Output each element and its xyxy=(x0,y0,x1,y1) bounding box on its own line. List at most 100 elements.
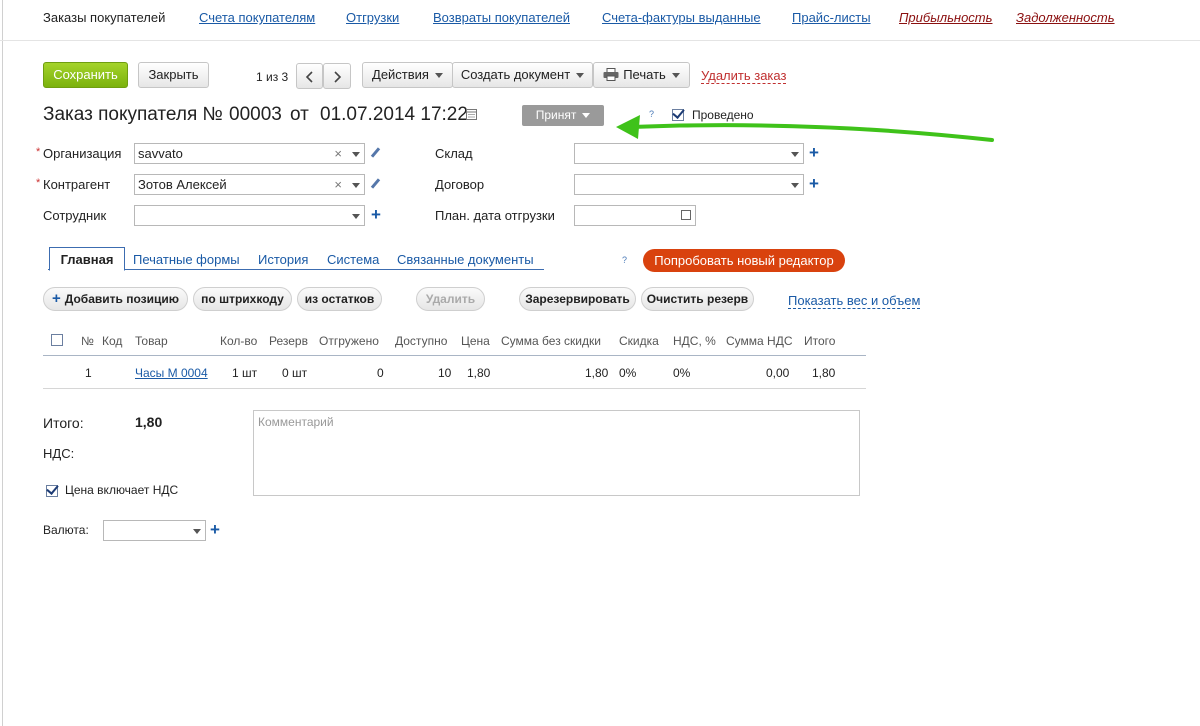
reserve-button[interactable]: Зарезервировать xyxy=(519,287,636,311)
select-all-checkbox[interactable] xyxy=(51,334,63,346)
clear-icon[interactable]: × xyxy=(334,144,342,163)
chevron-left-icon xyxy=(305,70,313,83)
clear-reserve-button[interactable]: Очистить резерв xyxy=(641,287,754,311)
tab-system[interactable]: Система xyxy=(327,252,379,267)
col-sum-no-discount: Сумма без скидки xyxy=(501,334,601,348)
tab-history[interactable]: История xyxy=(258,252,308,267)
employee-field[interactable] xyxy=(134,205,365,226)
tab-related-documents[interactable]: Связанные документы xyxy=(397,252,534,267)
col-available: Доступно xyxy=(395,334,448,348)
next-button[interactable] xyxy=(323,63,351,89)
from-stock-button[interactable]: из остатков xyxy=(297,287,382,311)
chevron-down-icon[interactable] xyxy=(352,183,360,188)
col-num: № xyxy=(81,334,94,348)
order-number: 00003 xyxy=(229,104,282,125)
add-position-label: Добавить позицию xyxy=(64,292,179,306)
warehouse-field[interactable] xyxy=(574,143,804,164)
organization-value: savvato xyxy=(138,146,183,161)
clear-icon[interactable]: × xyxy=(334,175,342,194)
help-icon[interactable]: ? xyxy=(622,255,627,265)
col-reserve: Резерв xyxy=(269,334,308,348)
chevron-down-icon xyxy=(582,113,591,119)
counterparty-field[interactable]: Зотов Алексей × xyxy=(134,174,365,195)
organization-field[interactable]: savvato × xyxy=(134,143,365,164)
table-row[interactable]: 1 Часы М 0004 1 шт 0 шт 0 10 1,80 1,80 0… xyxy=(43,356,866,389)
from-label: от xyxy=(290,104,309,125)
col-shipped: Отгружено xyxy=(319,334,379,348)
actions-dropdown[interactable]: Действия xyxy=(362,62,453,88)
prev-button[interactable] xyxy=(296,63,323,89)
vat-label: НДС: xyxy=(43,446,75,461)
add-currency-icon[interactable]: + xyxy=(210,521,220,538)
organization-label: Организация xyxy=(43,146,122,161)
edit-icon[interactable] xyxy=(370,178,381,189)
currency-field[interactable] xyxy=(103,520,206,541)
col-discount: Скидка xyxy=(619,334,659,348)
col-vat-sum: Сумма НДС xyxy=(726,334,793,348)
chevron-down-icon[interactable] xyxy=(352,152,360,157)
status-dropdown[interactable]: Принят xyxy=(522,105,604,126)
chevron-down-icon[interactable] xyxy=(352,214,360,219)
nav-link-debt[interactable]: Задолженность xyxy=(1016,10,1115,25)
cell-available: 10 xyxy=(438,366,452,380)
cell-product-link[interactable]: Часы М 0004 xyxy=(135,366,208,380)
chevron-down-icon xyxy=(576,73,585,79)
add-position-button[interactable]: + Добавить позицию xyxy=(43,287,188,311)
ship-date-label: План. дата отгрузки xyxy=(435,208,555,223)
cell-num: 1 xyxy=(85,366,92,380)
nav-link-tax-invoices[interactable]: Счета-фактуры выданные xyxy=(602,10,761,25)
delete-position-button[interactable]: Удалить xyxy=(416,287,485,311)
print-dropdown[interactable]: Печать xyxy=(593,62,690,88)
price-includes-vat-label: Цена включает НДС xyxy=(65,483,179,497)
chevron-down-icon[interactable] xyxy=(791,183,799,188)
required-marker: * xyxy=(36,146,41,158)
add-contract-icon[interactable]: + xyxy=(809,175,819,192)
nav-link-returns[interactable]: Возвраты покупателей xyxy=(433,10,570,25)
chevron-down-icon[interactable] xyxy=(193,529,201,534)
by-barcode-button[interactable]: по штрихкоду xyxy=(193,287,292,311)
status-label: Принят xyxy=(535,108,577,122)
pager-text: 1 из 3 xyxy=(256,70,289,84)
order-datetime: 01.07.2014 17:22 xyxy=(320,104,468,125)
close-button[interactable]: Закрыть xyxy=(138,62,209,88)
required-marker: * xyxy=(36,177,41,189)
delete-order-link[interactable]: Удалить заказ xyxy=(701,69,787,84)
plus-icon: + xyxy=(52,290,61,307)
chevron-down-icon xyxy=(671,73,680,79)
nav-link-price-lists[interactable]: Прайс-листы xyxy=(792,10,871,25)
price-includes-vat-checkbox[interactable] xyxy=(46,482,59,497)
left-border xyxy=(2,0,3,726)
nav-link-invoices[interactable]: Счета покупателям xyxy=(199,10,315,25)
try-new-editor-button[interactable]: Попробовать новый редактор xyxy=(643,249,845,272)
cell-discount[interactable]: 0% xyxy=(619,366,636,380)
total-value: 1,80 xyxy=(135,414,163,430)
create-document-dropdown[interactable]: Создать документ xyxy=(452,62,593,88)
calendar-icon[interactable] xyxy=(681,210,691,220)
cell-vat-pct[interactable]: 0% xyxy=(673,366,690,380)
ship-date-field[interactable] xyxy=(574,205,696,226)
edit-icon[interactable] xyxy=(370,147,381,158)
col-product: Товар xyxy=(135,334,168,348)
total-label: Итого: xyxy=(43,415,84,431)
nav-link-shipments[interactable]: Отгрузки xyxy=(346,10,399,25)
chevron-down-icon[interactable] xyxy=(791,152,799,157)
save-button[interactable]: Сохранить xyxy=(43,62,128,88)
calendar-icon[interactable] xyxy=(466,109,477,120)
cell-shipped: 0 xyxy=(377,366,384,380)
contract-field[interactable] xyxy=(574,174,804,195)
counterparty-label: Контрагент xyxy=(43,177,111,192)
cell-qty[interactable]: 1 шт xyxy=(232,366,257,380)
add-warehouse-icon[interactable]: + xyxy=(809,144,819,161)
counterparty-value: Зотов Алексей xyxy=(138,177,227,192)
tab-print-forms[interactable]: Печатные формы xyxy=(133,252,240,267)
chevron-down-icon xyxy=(434,73,443,79)
show-weight-volume-link[interactable]: Показать вес и объем xyxy=(788,294,921,309)
add-employee-icon[interactable]: + xyxy=(371,206,381,223)
checkmark-icon xyxy=(46,482,59,495)
print-label: Печать xyxy=(623,67,666,82)
tab-main[interactable]: Главная xyxy=(49,247,125,271)
cell-price[interactable]: 1,80 xyxy=(467,366,490,380)
nav-link-profitability[interactable]: Прибыльность xyxy=(899,10,992,25)
nav-current-orders: Заказы покупателей xyxy=(43,10,166,25)
comment-textarea[interactable] xyxy=(253,410,860,496)
